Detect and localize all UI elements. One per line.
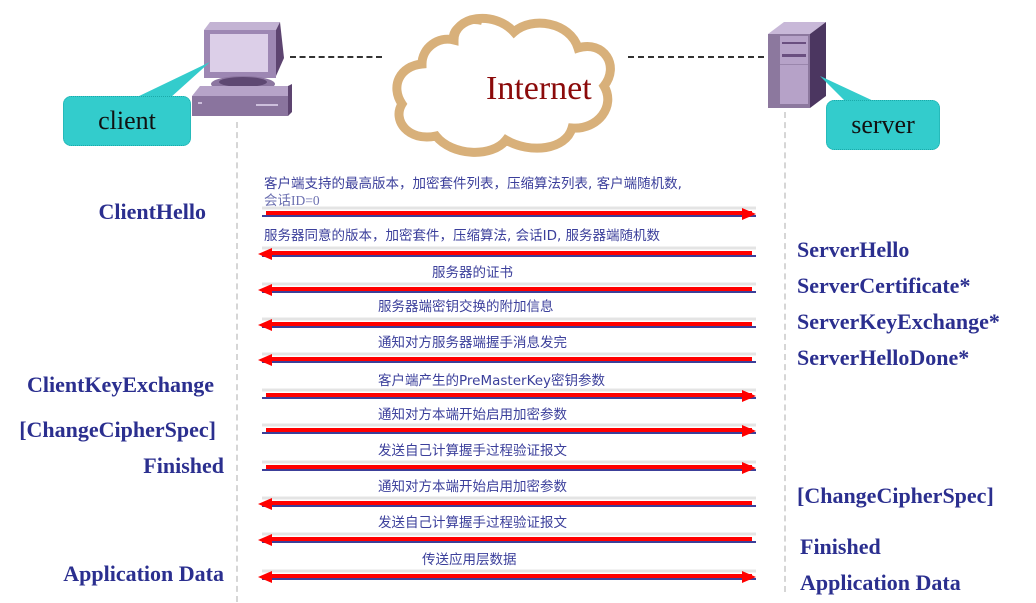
arrow-head-right xyxy=(742,390,756,402)
arrow-head-right xyxy=(742,571,756,583)
arrow-head-left xyxy=(258,354,272,366)
message-arrows xyxy=(258,206,756,583)
arrow-head-left xyxy=(258,248,272,260)
arrow-head-left xyxy=(258,498,272,510)
arrow-head-right xyxy=(742,208,756,220)
arrow-head-right xyxy=(742,425,756,437)
arrow-head-left xyxy=(258,319,272,331)
arrow-head-left xyxy=(258,571,272,583)
arrow-head-left xyxy=(258,534,272,546)
arrow-head-right xyxy=(742,462,756,474)
arrow-head-left xyxy=(258,284,272,296)
